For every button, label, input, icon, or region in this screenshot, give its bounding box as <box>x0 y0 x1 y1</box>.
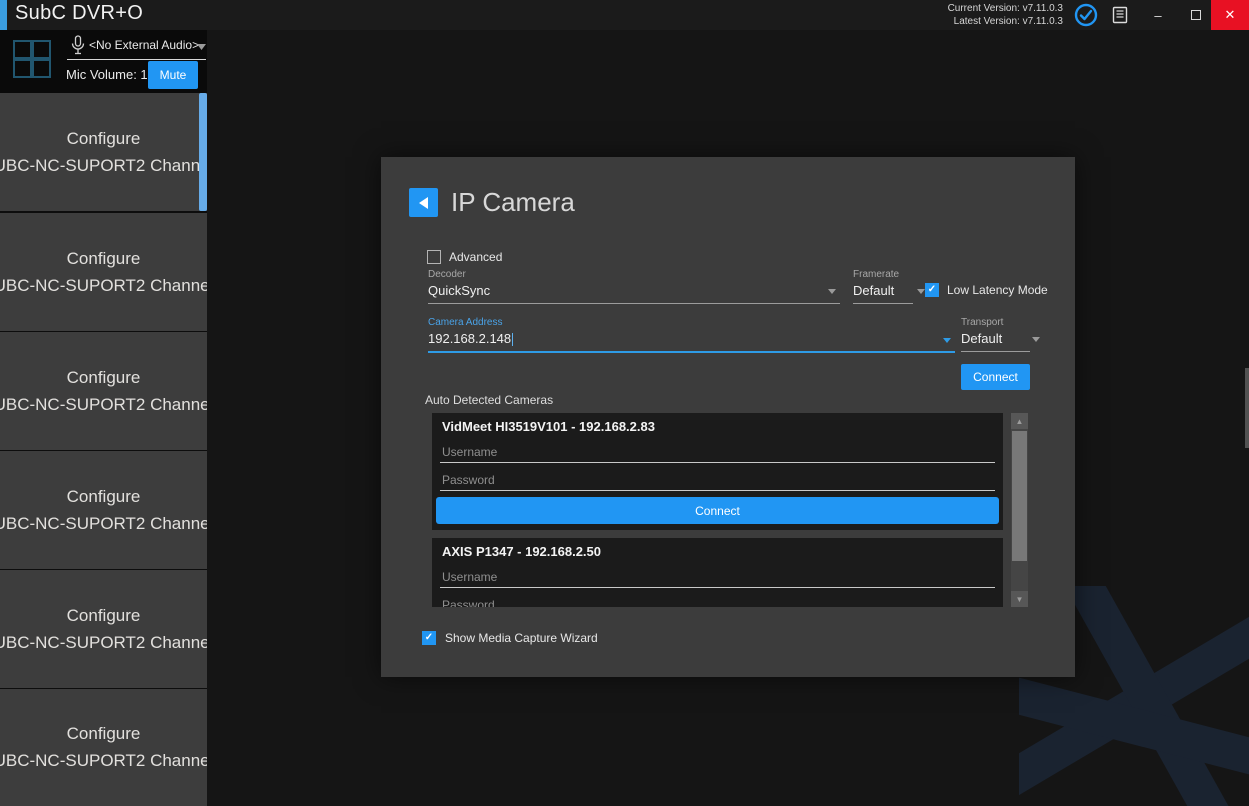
version-info: Current Version: v7.11.0.3 Latest Versio… <box>948 2 1063 28</box>
sidebar-scrollbar-thumb[interactable] <box>199 93 207 211</box>
transport-dropdown[interactable]: Transport Default <box>961 317 1030 352</box>
camera-address-field[interactable]: Camera Address 192.168.2.148 <box>428 317 955 353</box>
transport-label: Transport <box>961 317 1030 328</box>
camera-card-vidmeet: VidMeet HI3519V101 - 192.168.2.83 Connec… <box>432 413 1003 530</box>
camera-title: VidMeet HI3519V101 - 192.168.2.83 <box>442 419 655 434</box>
main-area: IP Camera Advanced Decoder QuickSync Fra… <box>207 30 1249 806</box>
tile-line1: Configure <box>67 606 141 626</box>
framerate-label: Framerate <box>853 269 913 280</box>
dialog-title: IP Camera <box>451 187 575 218</box>
tile-line2: UBC-NC-SUPORT2 Channel <box>0 276 213 296</box>
titlebar-accent <box>0 0 7 30</box>
advanced-label: Advanced <box>449 250 502 264</box>
latest-version: Latest Version: v7.11.0.3 <box>948 15 1063 28</box>
transport-value: Default <box>961 331 1030 346</box>
minimize-button[interactable]: – <box>1140 0 1176 30</box>
framerate-dropdown[interactable]: Framerate Default <box>853 269 913 304</box>
camera-address-label: Camera Address <box>428 317 955 328</box>
low-latency-label: Low Latency Mode <box>947 283 1048 297</box>
changelog-icon[interactable] <box>1104 0 1136 30</box>
password-row <box>440 469 995 491</box>
sidebar-tile-channel-6[interactable]: Configure UBC-NC-SUPORT2 Channel <box>0 689 207 806</box>
camera-connect-button[interactable]: Connect <box>436 497 999 524</box>
camera-address-value: 192.168.2.148 <box>428 331 955 346</box>
mute-button[interactable]: Mute <box>148 61 198 89</box>
ip-camera-dialog: IP Camera Advanced Decoder QuickSync Fra… <box>381 157 1075 677</box>
username-row <box>440 566 995 588</box>
app-window: SubC DVR+O Current Version: v7.11.0.3 La… <box>0 0 1249 806</box>
audio-device-underline <box>67 59 206 60</box>
tile-line1: Configure <box>67 368 141 388</box>
show-wizard-label: Show Media Capture Wizard <box>445 631 598 645</box>
tile-line1: Configure <box>67 249 141 269</box>
low-latency-row: ✓ Low Latency Mode <box>925 283 1048 297</box>
advanced-row: Advanced <box>427 250 502 264</box>
show-wizard-row: ✓ Show Media Capture Wizard <box>422 631 598 645</box>
tile-line2: UBC-NC-SUPORT2 Channel <box>0 751 213 771</box>
update-status-icon[interactable] <box>1070 0 1102 30</box>
microphone-icon <box>70 35 86 57</box>
chevron-down-icon <box>828 289 836 294</box>
chevron-down-icon <box>917 289 925 294</box>
camera-list-scrollbar: ▲ ▼ <box>1011 413 1028 607</box>
connect-button[interactable]: Connect <box>961 364 1030 390</box>
tile-line2: UBC-NC-SUPORT2 Channel <box>0 514 213 534</box>
audio-panel: <No External Audio> Mic Volume: 10 Mute <box>0 30 207 93</box>
sidebar-tile-channel-1[interactable]: Configure UBC-NC-SUPORT2 Channel <box>0 93 207 211</box>
camera-title: AXIS P1347 - 192.168.2.50 <box>442 544 601 559</box>
maximize-icon <box>1191 10 1201 20</box>
check-circle-icon <box>1074 3 1098 27</box>
chevron-down-icon <box>1032 337 1040 342</box>
tile-line2: UBC-NC-SUPORT2 Channel <box>0 633 213 653</box>
sidebar-tile-channel-5[interactable]: Configure UBC-NC-SUPORT2 Channel <box>0 570 207 688</box>
password-row <box>440 594 995 607</box>
low-latency-checkbox[interactable]: ✓ <box>925 283 939 297</box>
scroll-up-button[interactable]: ▲ <box>1011 413 1028 429</box>
show-wizard-checkbox[interactable]: ✓ <box>422 631 436 645</box>
back-arrow-icon <box>419 197 428 209</box>
tile-line1: Configure <box>67 129 141 149</box>
username-input[interactable] <box>440 441 995 462</box>
title-bar: SubC DVR+O Current Version: v7.11.0.3 La… <box>0 0 1249 30</box>
decoder-value: QuickSync <box>428 283 840 298</box>
back-button[interactable] <box>409 188 438 217</box>
app-title: SubC DVR+O <box>15 2 143 25</box>
password-input[interactable] <box>440 469 995 490</box>
sidebar-tile-channel-2[interactable]: Configure UBC-NC-SUPORT2 Channel <box>0 213 207 331</box>
auto-detected-camera-list: VidMeet HI3519V101 - 192.168.2.83 Connec… <box>432 413 1003 607</box>
camera-card-axis: AXIS P1347 - 192.168.2.50 <box>432 538 1003 607</box>
password-input[interactable] <box>440 594 995 607</box>
sidebar-tile-channel-3[interactable]: Configure UBC-NC-SUPORT2 Channel <box>0 332 207 450</box>
current-version: Current Version: v7.11.0.3 <box>948 2 1063 15</box>
username-row <box>440 441 995 463</box>
right-edge-scrollbar[interactable] <box>1245 368 1249 448</box>
auto-detected-cameras-label: Auto Detected Cameras <box>425 393 553 407</box>
mic-volume-label: Mic Volume: 10 <box>66 67 158 82</box>
decoder-dropdown[interactable]: Decoder QuickSync <box>428 269 840 304</box>
sidebar-tile-channel-4[interactable]: Configure UBC-NC-SUPORT2 Channel <box>0 451 207 569</box>
tile-line1: Configure <box>67 724 141 744</box>
username-input[interactable] <box>440 566 995 587</box>
chevron-down-icon <box>943 338 951 343</box>
book-icon <box>1111 6 1129 24</box>
sidebar: <No External Audio> Mic Volume: 10 Mute … <box>0 30 207 806</box>
tile-line2: UBC-NC-SUPORT2 Channel <box>0 395 213 415</box>
chevron-down-icon <box>197 44 206 50</box>
text-cursor <box>512 333 513 346</box>
layout-grid-icon[interactable] <box>13 40 51 78</box>
audio-device-dropdown[interactable]: <No External Audio> <box>89 38 199 52</box>
framerate-value: Default <box>853 283 913 298</box>
scroll-down-button[interactable]: ▼ <box>1011 591 1028 607</box>
tile-line1: Configure <box>67 487 141 507</box>
decoder-label: Decoder <box>428 269 840 280</box>
advanced-checkbox[interactable] <box>427 250 441 264</box>
tile-line2: UBC-NC-SUPORT2 Channel <box>0 156 213 176</box>
maximize-button[interactable] <box>1178 0 1214 30</box>
close-button[interactable]: ✕ <box>1211 0 1249 30</box>
scrollbar-thumb[interactable] <box>1012 431 1027 561</box>
